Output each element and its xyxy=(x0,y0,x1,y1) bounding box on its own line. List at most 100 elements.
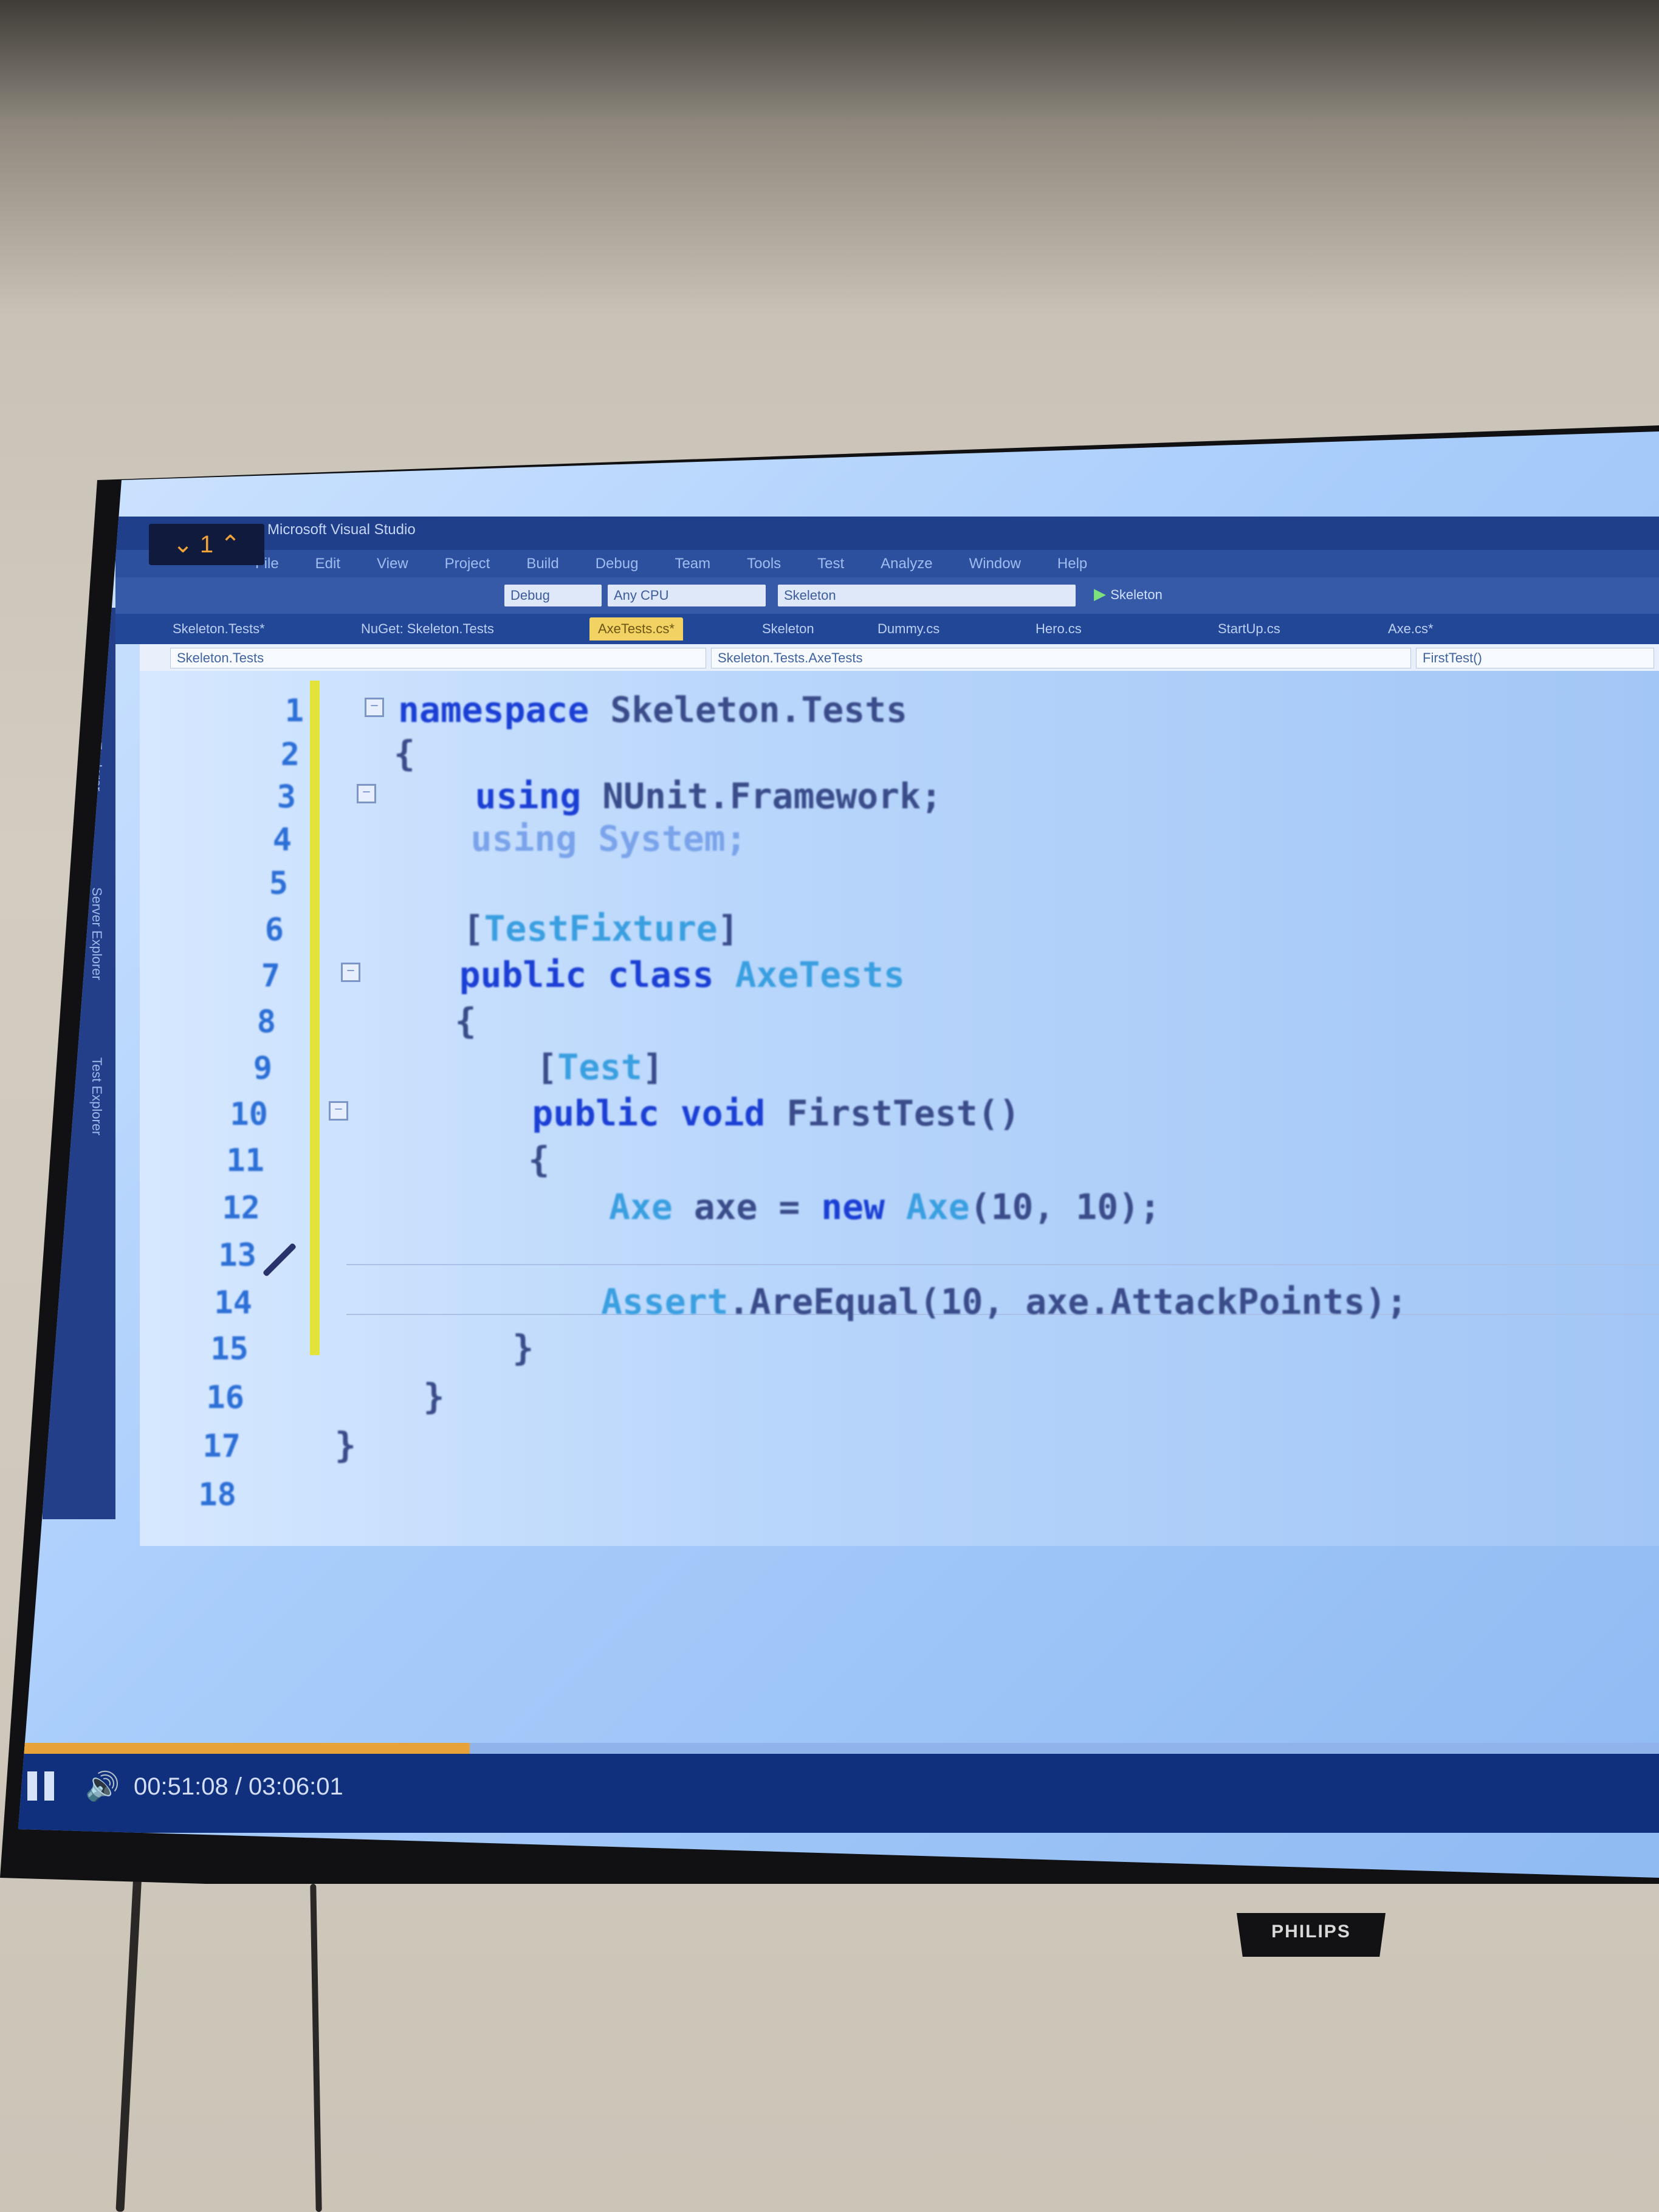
line-number: 9 xyxy=(253,1050,272,1087)
wall-cable-left xyxy=(115,1872,142,2212)
menu-item[interactable]: Edit xyxy=(315,550,340,577)
document-tab-bar: Skeleton.Tests* NuGet: Skeleton.Tests AxeT… xyxy=(115,614,1659,644)
start-button-label: Skeleton xyxy=(1110,587,1163,602)
menu-item[interactable]: Tools xyxy=(747,550,781,577)
code-line[interactable]: { xyxy=(359,1139,549,1180)
code-token: public class xyxy=(374,954,714,995)
code-token: } xyxy=(335,1424,356,1466)
output-tab[interactable]: Web Publish Activity xyxy=(73,2100,204,2117)
code-token: } xyxy=(343,1327,534,1369)
code-token: Axe xyxy=(885,1186,970,1228)
code-token: new xyxy=(821,1186,885,1228)
menu-item[interactable]: Help xyxy=(1057,550,1087,577)
line-number: 3 xyxy=(276,779,296,816)
code-line[interactable]: using System; xyxy=(386,818,747,859)
line-number: 11 xyxy=(226,1142,264,1179)
fold-toggle-icon[interactable]: − xyxy=(341,963,360,982)
change-tracking-bar xyxy=(310,681,320,1355)
document-tab[interactable]: Skeleton.Tests* xyxy=(164,617,273,641)
code-line[interactable]: Axe axe = new Axe(10, 10); xyxy=(354,1186,1161,1228)
line-number: 6 xyxy=(264,912,284,948)
navigation-bar: Skeleton.Tests Skeleton.Tests.AxeTests F… xyxy=(140,644,1659,671)
code-token: { xyxy=(394,733,415,774)
document-tab[interactable]: StartUp.cs xyxy=(1209,617,1289,641)
code-token: { xyxy=(370,1000,476,1042)
document-tab[interactable]: Axe.cs* xyxy=(1379,617,1442,641)
volume-icon[interactable]: 🔊 xyxy=(85,1770,120,1803)
code-token: Axe xyxy=(354,1186,673,1228)
menu-item[interactable]: Project xyxy=(445,550,490,577)
line-number: 15 xyxy=(210,1331,249,1367)
document-tab[interactable]: NuGet: Skeleton.Tests xyxy=(352,617,503,641)
output-tab-bar: Web Publish Activity Output Error List Data… xyxy=(49,2090,1659,2127)
menu-item[interactable]: Window xyxy=(969,550,1021,577)
type-dropdown[interactable]: Skeleton.Tests.AxeTests xyxy=(711,648,1411,668)
video-progress-fill xyxy=(18,1743,470,1754)
code-token: (10, 10); xyxy=(969,1186,1161,1228)
line-number: 13 xyxy=(218,1237,256,1274)
startup-project-dropdown[interactable]: Skeleton xyxy=(778,585,1076,606)
code-line[interactable]: { xyxy=(370,1000,476,1042)
project-dropdown[interactable]: Skeleton.Tests xyxy=(170,648,706,668)
code-line[interactable]: } xyxy=(338,1376,445,1417)
code-token: ] xyxy=(642,1046,664,1088)
platform-dropdown[interactable]: Any CPU xyxy=(608,585,766,606)
code-token: } xyxy=(338,1376,445,1417)
menu-item[interactable]: Analyze xyxy=(881,550,932,577)
line-number: 1 xyxy=(284,693,304,729)
fold-toggle-icon[interactable]: − xyxy=(357,784,376,803)
code-line[interactable]: public class AxeTests xyxy=(374,954,905,995)
code-token: Skeleton.Tests xyxy=(589,689,908,730)
output-tab[interactable]: Output xyxy=(258,2100,302,2117)
code-token: axe = xyxy=(672,1186,822,1228)
output-tab[interactable]: Data Tools Operations xyxy=(450,2100,594,2117)
line-number: 5 xyxy=(269,865,288,902)
menu-item[interactable]: Test xyxy=(817,550,844,577)
code-token: TestFixture xyxy=(484,908,718,949)
code-token: Assert xyxy=(346,1281,729,1322)
menu-item[interactable]: View xyxy=(377,550,408,577)
code-token: [ xyxy=(378,908,484,949)
osd-badge[interactable]: ⌄ 1 ⌃ xyxy=(149,524,264,565)
output-tab[interactable]: Error List xyxy=(334,2100,393,2117)
code-line[interactable]: } xyxy=(343,1327,534,1369)
code-line[interactable]: [Test] xyxy=(366,1046,664,1088)
document-tab[interactable]: Dummy.cs xyxy=(869,617,948,641)
code-line[interactable]: using NUnit.Framework; xyxy=(390,775,942,817)
window-title: Microsoft Visual Studio xyxy=(267,521,416,538)
pause-icon[interactable] xyxy=(27,1771,57,1801)
code-token: using xyxy=(390,775,582,817)
config-dropdown[interactable]: Debug xyxy=(504,585,602,606)
document-tab[interactable]: Hero.cs xyxy=(1027,617,1090,641)
code-line[interactable]: [TestFixture] xyxy=(378,908,739,949)
menu-item[interactable]: Debug xyxy=(596,550,639,577)
code-line[interactable]: public void FirstTest() xyxy=(362,1093,1020,1134)
fold-toggle-icon[interactable]: − xyxy=(329,1101,348,1121)
code-token: NUnit.Framework; xyxy=(581,775,942,817)
menu-item[interactable]: Build xyxy=(526,550,558,577)
video-time: 00:51:08 / 03:06:01 xyxy=(134,1773,343,1800)
line-number: 10 xyxy=(230,1096,268,1133)
zoom-level[interactable]: 100 % xyxy=(79,2056,117,2071)
code-token: FirstTest() xyxy=(765,1093,1020,1134)
code-line[interactable]: namespace Skeleton.Tests xyxy=(398,689,907,730)
code-token: AxeTests xyxy=(713,954,905,995)
tv-brand-logo: PHILIPS xyxy=(1271,1922,1351,1942)
code-token: ] xyxy=(717,908,739,949)
code-line[interactable]: Assert.AreEqual(10, axe.AttackPoints); xyxy=(346,1281,1407,1322)
fold-toggle-icon[interactable]: − xyxy=(365,698,384,717)
video-progress-bar[interactable] xyxy=(18,1743,1659,1754)
wall-cable-right xyxy=(310,1883,322,2212)
menu-item[interactable]: Team xyxy=(675,550,710,577)
status-bar xyxy=(24,2133,1659,2157)
member-dropdown[interactable]: FirstTest() xyxy=(1416,648,1654,668)
code-token: [ xyxy=(366,1046,558,1088)
line-number: 16 xyxy=(206,1379,244,1416)
start-button[interactable]: ▶ Skeleton xyxy=(1094,585,1163,603)
code-line[interactable]: } xyxy=(335,1424,356,1466)
code-line[interactable]: { xyxy=(394,733,415,774)
code-token: .AreEqual(10, axe.AttackPoints); xyxy=(728,1281,1407,1322)
document-tab[interactable]: Skeleton xyxy=(754,617,823,641)
document-tab[interactable]: AxeTests.cs* xyxy=(589,617,683,641)
line-number: 14 xyxy=(214,1285,252,1321)
